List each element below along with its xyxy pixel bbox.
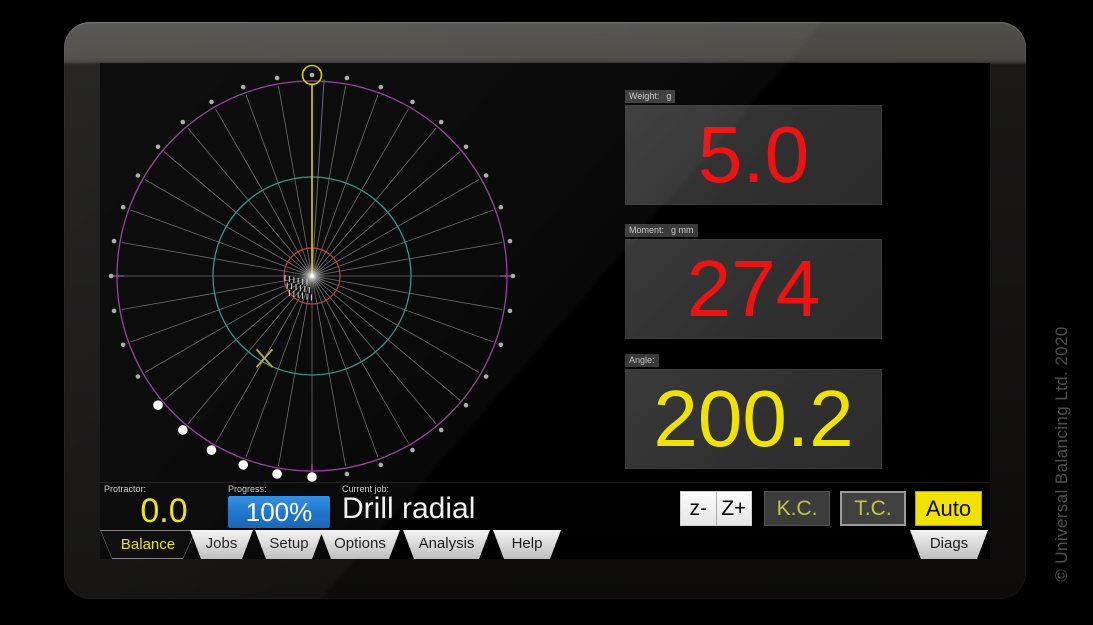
- pending-hole-dot: [439, 120, 444, 125]
- tab-bar: Balance Jobs Setup Options Analysis Help…: [100, 530, 990, 559]
- app-screen: Weight: g 5.0 Moment: g mm 274 Angle: 200.…: [100, 62, 990, 559]
- pending-hole-dot: [136, 173, 141, 178]
- auto-button[interactable]: Auto: [915, 491, 982, 526]
- pending-hole-dot: [345, 472, 350, 477]
- completed-hole-dot: [153, 400, 163, 410]
- pending-hole-dot: [499, 342, 504, 347]
- angle-value: 200.2: [625, 369, 882, 469]
- pending-hole-dot: [508, 309, 513, 314]
- tab-setup[interactable]: Setup: [255, 530, 323, 559]
- moment-value: 274: [625, 239, 882, 339]
- moment-label-chip: Moment: g mm: [625, 224, 698, 237]
- weight-value: 5.0: [625, 105, 882, 205]
- tab-options[interactable]: Options: [320, 530, 400, 559]
- z-step-button-group: z- Z+: [680, 491, 752, 526]
- copyright-watermark: © Universal Balancing Ltd. 2020: [1052, 299, 1072, 609]
- balance-polar-chart-area: [100, 62, 630, 532]
- moment-panel: 274: [625, 239, 882, 339]
- tc-button[interactable]: T.C.: [840, 491, 906, 526]
- weight-label: Weight:: [629, 91, 659, 101]
- tab-jobs[interactable]: Jobs: [190, 530, 253, 559]
- completed-hole-dot: [272, 469, 282, 479]
- angle-readout: Angle: 200.2: [625, 350, 882, 469]
- protractor-value: 0.0: [108, 492, 220, 531]
- completed-hole-dot: [207, 445, 217, 455]
- pending-hole-dot: [439, 428, 444, 433]
- pending-hole-dot: [136, 374, 141, 379]
- tab-analysis[interactable]: Analysis: [403, 530, 490, 559]
- pending-hole-dot: [345, 76, 350, 81]
- kc-button[interactable]: K.C.: [764, 491, 830, 526]
- page-background: Weight: g 5.0 Moment: g mm 274 Angle: 200.…: [0, 0, 1093, 625]
- weight-panel: 5.0: [625, 105, 882, 205]
- pending-hole-dot: [121, 342, 126, 347]
- pending-hole-dot: [112, 239, 117, 244]
- pending-hole-dot: [511, 274, 516, 279]
- angle-panel: 200.2: [625, 369, 882, 469]
- weight-label-chip: Weight: g: [625, 90, 675, 103]
- moment-label: Moment:: [629, 225, 664, 235]
- completed-hole-dot: [307, 472, 317, 482]
- pending-hole-dot: [121, 205, 126, 210]
- angle-label-chip: Angle:: [625, 354, 659, 367]
- progress-label: Progress:: [228, 484, 267, 494]
- tab-help[interactable]: Help: [493, 530, 561, 559]
- z-plus-button[interactable]: Z+: [717, 492, 752, 525]
- pending-hole-dot: [499, 205, 504, 210]
- pending-hole-dot: [464, 403, 469, 408]
- pending-hole-dot: [484, 374, 489, 379]
- pending-hole-dot: [112, 309, 117, 314]
- weight-readout: Weight: g 5.0: [625, 86, 882, 205]
- current-job-value: Drill radial: [342, 492, 475, 526]
- pending-hole-dot: [241, 85, 246, 90]
- pending-hole-dot: [156, 144, 161, 149]
- pending-hole-dot: [410, 448, 415, 453]
- pending-hole-dot: [310, 73, 315, 78]
- center-dot: [310, 274, 314, 278]
- moment-readout: Moment: g mm 274: [625, 220, 882, 339]
- progress-indicator: 100%: [228, 496, 330, 528]
- pending-hole-dot: [508, 239, 513, 244]
- balance-polar-chart: [100, 62, 630, 532]
- moment-unit: g mm: [671, 225, 694, 235]
- pending-hole-dot: [109, 274, 114, 279]
- tab-balance[interactable]: Balance: [100, 530, 196, 559]
- pending-hole-dot: [484, 173, 489, 178]
- completed-hole-dot: [178, 425, 188, 435]
- status-bar: Protractor: 0.0 Progress: 100% Current j…: [100, 482, 990, 530]
- tab-balance-label: Balance: [101, 531, 195, 558]
- z-minus-button[interactable]: z-: [681, 492, 717, 525]
- angle-label: Angle:: [629, 355, 655, 365]
- completed-hole-dot: [238, 460, 248, 470]
- tab-diags[interactable]: Diags: [910, 530, 988, 559]
- pending-hole-dot: [410, 100, 415, 105]
- pending-hole-dot: [209, 100, 214, 105]
- pending-hole-dot: [180, 120, 185, 125]
- pending-hole-dot: [378, 463, 383, 468]
- pending-hole-dot: [378, 85, 383, 90]
- monitor-bezel: Weight: g 5.0 Moment: g mm 274 Angle: 200.…: [64, 22, 1026, 599]
- pending-hole-dot: [275, 76, 280, 81]
- pending-hole-dot: [464, 144, 469, 149]
- weight-unit: g: [666, 91, 671, 101]
